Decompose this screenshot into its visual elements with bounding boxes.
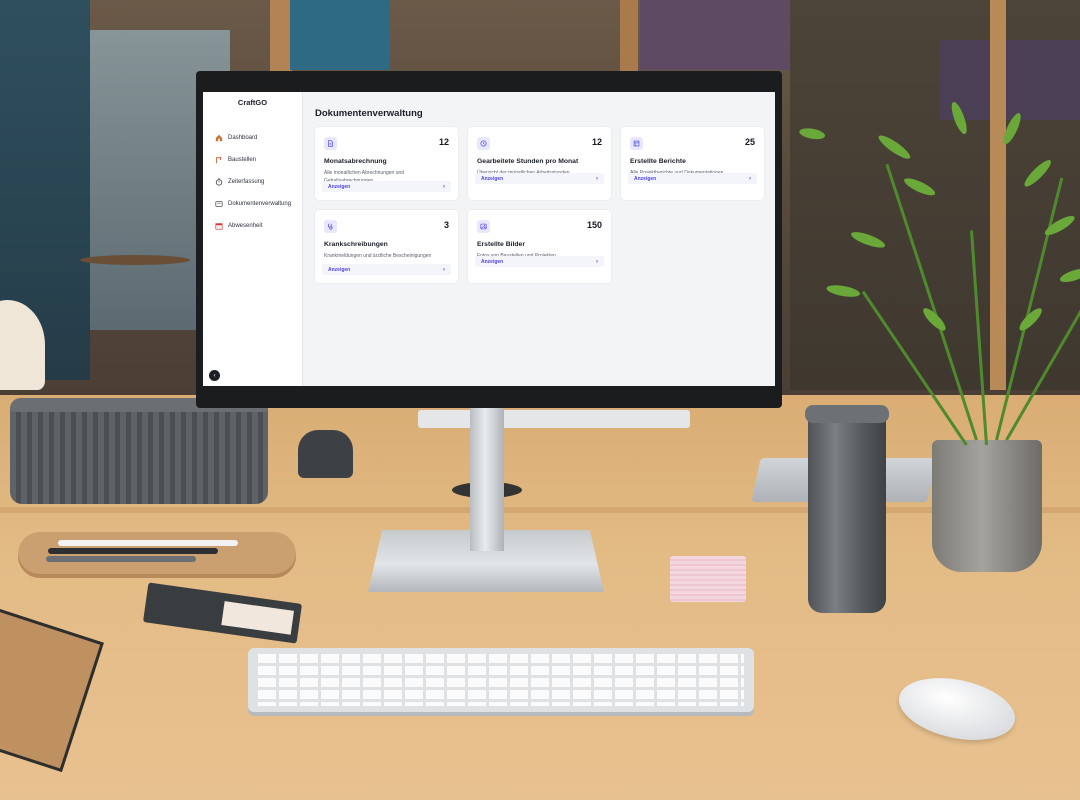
report-icon: [630, 137, 643, 150]
card-count: 25: [744, 137, 755, 147]
collapse-sidebar-button[interactable]: ‹: [209, 370, 220, 381]
app-brand: CraftGO: [237, 98, 268, 107]
keyboard: [248, 648, 754, 712]
app-screen: CraftGO Dashboard Baustellen Zeiterfassu…: [203, 92, 775, 386]
sidebar: CraftGO Dashboard Baustellen Zeiterfassu…: [203, 92, 303, 386]
sidebar-item-label: Dokumentenverwaltung: [228, 201, 292, 207]
background-keyboard: [418, 410, 690, 428]
home-icon: [215, 134, 223, 142]
background-purple-panel: [940, 40, 1080, 120]
sidebar-item-abwesenheit[interactable]: Abwesenheit: [203, 215, 302, 237]
sidebar-item-label: Baustellen: [228, 157, 257, 163]
sidebar-item-dokumentenverwaltung[interactable]: Dokumentenverwaltung: [203, 193, 302, 215]
pen-tray: [18, 532, 296, 578]
folder-icon: [215, 200, 223, 208]
view-button[interactable]: Anzeigen ›: [322, 264, 451, 275]
image-icon: [477, 220, 490, 233]
chevron-right-icon: ›: [443, 183, 445, 190]
card-description: Krankmeldungen und ärztliche Bescheinigu…: [324, 253, 432, 259]
chevron-right-icon: ›: [596, 175, 598, 182]
sidebar-item-dashboard[interactable]: Dashboard: [203, 127, 302, 149]
sidebar-item-label: Zeiterfassung: [228, 179, 265, 185]
card-count: 12: [438, 137, 449, 147]
page-title: Dokumentenverwaltung: [315, 108, 423, 119]
background-blue-panel: [290, 0, 390, 70]
sidebar-item-baustellen[interactable]: Baustellen: [203, 149, 302, 171]
chevron-right-icon: ›: [443, 266, 445, 273]
plant-pot: [932, 440, 1042, 572]
stethoscope-icon: [324, 220, 337, 233]
card-erstellte-bilder: 150 Erstellte Bilder Fotos von Baustelle…: [468, 210, 611, 283]
card-title: Erstellte Bilder: [477, 241, 525, 248]
view-button[interactable]: Anzeigen ›: [475, 173, 604, 184]
view-button[interactable]: Anzeigen ›: [628, 173, 757, 184]
card-title: Erstellte Berichte: [630, 158, 686, 165]
sidebar-item-zeiterfassung[interactable]: Zeiterfassung: [203, 171, 302, 193]
view-button-label: Anzeigen: [328, 266, 351, 273]
background-purple-panel: [640, 0, 790, 70]
view-button-label: Anzeigen: [481, 175, 504, 182]
document-icon: [324, 137, 337, 150]
calendar-icon: [215, 222, 223, 230]
chevrons-left-icon: ‹: [213, 372, 216, 379]
view-button[interactable]: Anzeigen ›: [322, 181, 451, 192]
card-title: Monatsabrechnung: [324, 158, 387, 165]
cable-box: [10, 398, 268, 504]
sticky-notes: [670, 556, 746, 602]
thermos-bottle: [805, 405, 889, 613]
card-erstellte-berichte: 25 Erstellte Berichte Alle Projektberich…: [621, 127, 764, 200]
card-count: 150: [586, 220, 602, 230]
chevron-right-icon: ›: [596, 258, 598, 265]
monitor: CraftGO Dashboard Baustellen Zeiterfassu…: [196, 71, 782, 408]
main-content: Dokumentenverwaltung 12 Monatsabrechnung…: [303, 92, 775, 386]
background-stool: [80, 255, 190, 265]
view-button[interactable]: Anzeigen ›: [475, 256, 604, 267]
card-count: 3: [443, 220, 449, 230]
chevron-right-icon: ›: [749, 175, 751, 182]
stopwatch-icon: [215, 178, 223, 186]
card-krankschreibungen: 3 Krankschreibungen Krankmeldungen und ä…: [315, 210, 458, 283]
card-gearbeitete-stunden: 12 Gearbeitete Stunden pro Monat Übersic…: [468, 127, 611, 200]
construction-icon: [215, 156, 223, 164]
card-count: 12: [591, 137, 602, 147]
view-button-label: Anzeigen: [634, 175, 657, 182]
sidebar-nav: Dashboard Baustellen Zeiterfassung Dokum…: [203, 127, 302, 237]
document-card-grid: 12 Monatsabrechnung Alle monatlichen Abr…: [315, 127, 775, 283]
background-beam: [990, 0, 1006, 390]
card-title: Gearbeitete Stunden pro Monat: [477, 158, 579, 165]
card-title: Krankschreibungen: [324, 241, 388, 248]
monitor-stand-neck: [470, 405, 504, 551]
view-button-label: Anzeigen: [328, 183, 351, 190]
clock-icon: [477, 137, 490, 150]
card-monatsabrechnung: 12 Monatsabrechnung Alle monatlichen Abr…: [315, 127, 458, 200]
stapler: [298, 430, 353, 478]
view-button-label: Anzeigen: [481, 258, 504, 265]
sidebar-item-label: Abwesenheit: [228, 223, 263, 229]
sidebar-item-label: Dashboard: [228, 135, 258, 141]
